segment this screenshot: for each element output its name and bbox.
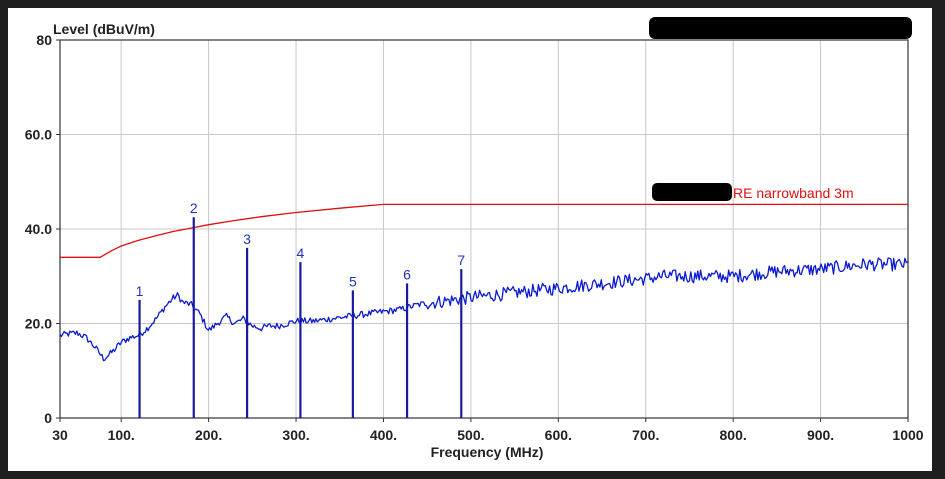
- marker-label-7: 7: [457, 252, 465, 268]
- limit-line-label: RE narrowband 3m: [733, 185, 854, 201]
- x-axis-label: Frequency (MHz): [431, 444, 544, 460]
- tick-labels: 30 100. 200. 300. 400. 500. 600. 700. 800. 900. 10…: [25, 32, 924, 443]
- x-tick-label: 300.: [282, 427, 309, 443]
- chart-frame: 30 100. 200. 300. 400. 500. 600. 700. 800. 900. 10…: [8, 8, 932, 471]
- y-tick-label: 80: [36, 32, 52, 48]
- y-tick-label: 20.0: [25, 316, 52, 332]
- x-tick-label: 900.: [807, 427, 834, 443]
- x-tick-label: 200.: [195, 427, 222, 443]
- x-tick-label: 400.: [370, 427, 397, 443]
- x-tick-label: 1000: [892, 427, 923, 443]
- redaction-top-right: [649, 17, 912, 39]
- series-group: [59, 203, 909, 362]
- y-tick-label: 40.0: [25, 221, 52, 237]
- emission-chart: 30 100. 200. 300. 400. 500. 600. 700. 800. 900. 10…: [25, 17, 924, 460]
- y-axis-label: Level (dBuV/m): [53, 21, 155, 37]
- redaction-limit-prefix: [652, 183, 732, 201]
- x-tick-label: 700.: [632, 427, 659, 443]
- y-tick-label: 60.0: [25, 127, 52, 143]
- marker-label-4: 4: [297, 245, 305, 261]
- marker-label-3: 3: [243, 231, 251, 247]
- y-tick-label: 0: [44, 410, 52, 426]
- marker-group: 1 2 3 4 5 6 7: [136, 200, 465, 418]
- x-tick-label: 30: [52, 427, 68, 443]
- marker-label-2: 2: [190, 200, 198, 216]
- marker-label-1: 1: [136, 283, 144, 299]
- x-tick-label: 600.: [545, 427, 572, 443]
- measured-trace: [59, 257, 909, 362]
- x-tick-label: 800.: [720, 427, 747, 443]
- marker-label-5: 5: [349, 273, 357, 289]
- limit-line: [60, 203, 908, 258]
- marker-label-6: 6: [403, 266, 411, 282]
- x-tick-label: 500.: [457, 427, 484, 443]
- x-tick-label: 100.: [108, 427, 135, 443]
